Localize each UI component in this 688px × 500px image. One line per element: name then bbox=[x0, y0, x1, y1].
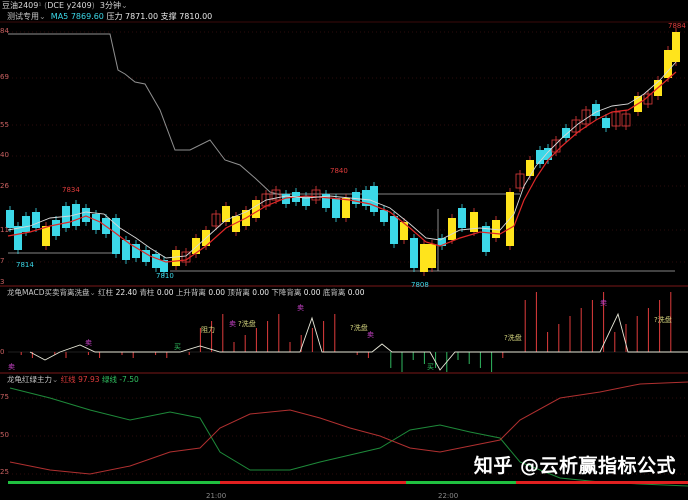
candle-body bbox=[172, 250, 180, 266]
signal-mark: 卖 bbox=[229, 320, 236, 328]
candle-body bbox=[420, 244, 428, 272]
signal-mark: 卖 bbox=[8, 363, 15, 371]
candle-body bbox=[380, 210, 388, 222]
signal-mark: 卖 bbox=[85, 339, 92, 347]
candle-body bbox=[252, 200, 260, 218]
signal-mark: 买 bbox=[427, 363, 434, 371]
y-label: 55 bbox=[0, 121, 9, 129]
signal-mark: 买 bbox=[174, 343, 181, 351]
force-indicator-name[interactable]: 龙龟红绿主力 bbox=[7, 375, 52, 384]
ma5-value: 7869.60 bbox=[70, 12, 104, 21]
price-mark-high: 7834 bbox=[62, 186, 80, 194]
signal-mark: ?洗盘 bbox=[350, 324, 368, 332]
signal-mark: 阻力 bbox=[201, 326, 215, 334]
signal-mark: ?洗盘 bbox=[504, 334, 522, 342]
candle-body bbox=[526, 160, 534, 176]
candle-body bbox=[602, 118, 610, 128]
force-y-label: 50 bbox=[0, 431, 9, 439]
candle-body bbox=[42, 226, 50, 246]
price-mark-low: 7808 bbox=[411, 281, 429, 289]
y-label: 69 bbox=[0, 73, 9, 81]
candle-body bbox=[672, 32, 680, 62]
signal-mark: ?洗盘 bbox=[238, 320, 256, 328]
candle-body bbox=[22, 216, 30, 232]
signal-mark: 卖 bbox=[297, 304, 304, 312]
force-y-label: 75 bbox=[0, 393, 9, 401]
y-label: 26 bbox=[0, 182, 9, 190]
contract-name: 豆油2409 bbox=[2, 1, 39, 10]
contract-code: DCE y2409 bbox=[47, 1, 92, 10]
period-label[interactable]: 3分钟 bbox=[100, 1, 121, 10]
chart-canvas bbox=[0, 21, 688, 487]
resistance-value: 7871.00 bbox=[125, 12, 159, 21]
force-legend: 龙龟红绿主力⌄ 红线 97.93 绿线 -7.50 bbox=[7, 375, 139, 384]
price-mark-low: 7810 bbox=[156, 272, 174, 280]
signal-mark: ?洗盘 bbox=[654, 316, 672, 324]
force-red-value: 97.93 bbox=[78, 375, 100, 384]
signal-mark: 卖 bbox=[600, 299, 607, 307]
signal-mark: 卖 bbox=[367, 331, 374, 339]
force-y-label: 25 bbox=[0, 468, 9, 476]
y-label: 7 bbox=[0, 257, 5, 265]
x-axis-label: 21:00 bbox=[206, 492, 227, 500]
indicator-name[interactable]: 测试专用 bbox=[7, 12, 39, 21]
candle-body bbox=[32, 212, 40, 228]
support-value: 7810.00 bbox=[179, 12, 213, 21]
macd-y-label: 0 bbox=[0, 348, 5, 356]
status-bar-green bbox=[406, 481, 516, 484]
y-label: 3 bbox=[0, 278, 5, 286]
candle-body bbox=[458, 208, 466, 228]
candle-body bbox=[482, 226, 490, 252]
chart-window: 豆油2409¹ (DCE y2409) 3分钟⌄ 测试专用⌄ MA5 7869.… bbox=[0, 0, 688, 500]
main-legend: 测试专用⌄ MA5 7869.60 压力 7871.00 支撑 7810.00 bbox=[7, 12, 213, 21]
candle-body bbox=[410, 238, 418, 268]
chevron-down-icon[interactable]: ⌄ bbox=[121, 1, 128, 10]
force-green-value: -7.50 bbox=[119, 375, 139, 384]
candle-body bbox=[428, 244, 436, 268]
status-bar-red bbox=[516, 481, 688, 484]
candle-body bbox=[82, 208, 90, 222]
macd-indicator-name[interactable]: 龙龟MACD买卖背离洗盘 bbox=[7, 288, 89, 297]
candle-body bbox=[370, 186, 378, 212]
price-mark-low: 7814 bbox=[16, 261, 34, 269]
watermark: 知乎 @云析赢指标公式 bbox=[473, 455, 676, 477]
macd-legend: 龙龟MACD买卖背离洗盘⌄ 红柱 22.40 青柱 0.00 上升背离 0.00… bbox=[7, 288, 365, 297]
price-mark-high: 7840 bbox=[330, 167, 348, 175]
y-label: 40 bbox=[0, 151, 9, 159]
candle-body bbox=[152, 254, 160, 268]
candle-body bbox=[14, 226, 22, 250]
resistance-trail-line bbox=[8, 33, 286, 197]
price-mark-high: 7884 bbox=[668, 22, 686, 30]
candle-body bbox=[342, 198, 350, 218]
candle-body bbox=[52, 220, 60, 236]
y-label: 84 bbox=[0, 27, 9, 35]
candle-body bbox=[390, 216, 398, 244]
title-bar: 豆油2409¹ (DCE y2409) 3分钟⌄ bbox=[2, 1, 128, 10]
x-axis-label: 22:00 bbox=[438, 492, 459, 500]
candle-body bbox=[332, 198, 340, 218]
status-bar-red bbox=[220, 481, 406, 484]
y-label: 11 bbox=[0, 226, 9, 234]
candle-body bbox=[448, 218, 456, 240]
status-bar-green bbox=[8, 481, 220, 484]
